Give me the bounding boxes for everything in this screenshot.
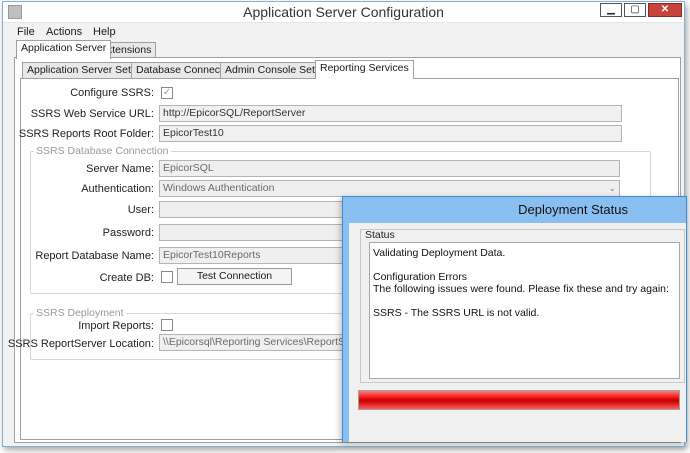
create-db-checkbox[interactable] <box>161 271 173 283</box>
reports-root-folder-input[interactable]: EpicorTest10 <box>159 125 622 142</box>
chevron-down-icon: ⌄ <box>608 183 616 193</box>
status-line <box>373 295 676 307</box>
web-service-url-label: SSRS Web Service URL: <box>30 108 154 120</box>
deployment-progress-bar <box>358 390 680 410</box>
authentication-value: Windows Authentication <box>163 182 275 194</box>
status-line <box>373 259 676 271</box>
import-reports-checkbox[interactable] <box>161 319 173 331</box>
user-label: User: <box>127 204 154 216</box>
authentication-label: Authentication: <box>81 183 154 195</box>
deployment-group-title: SSRS Deployment <box>34 307 126 319</box>
status-line: Configuration Errors <box>373 271 467 283</box>
create-db-label: Create DB: <box>99 272 154 284</box>
configure-ssrs-label: Configure SSRS: <box>70 87 154 99</box>
import-reports-label: Import Reports: <box>78 320 154 332</box>
report-database-name-label: Report Database Name: <box>35 250 154 262</box>
status-text-box[interactable]: Validating Deployment Data. Configuratio… <box>369 242 680 379</box>
database-connection-group-title: SSRS Database Connection <box>34 145 171 157</box>
web-service-url-input[interactable]: http://EpicorSQL/ReportServer <box>159 105 622 122</box>
server-name-label: Server Name: <box>86 163 154 175</box>
status-label: Status <box>365 229 395 241</box>
reportserver-location-label: SSRS ReportServer Location: <box>7 338 154 350</box>
test-connection-button[interactable]: Test Connection <box>177 268 292 285</box>
status-line: The following issues were found. Please … <box>373 283 669 295</box>
password-label: Password: <box>102 227 154 239</box>
server-name-input[interactable]: EpicorSQL <box>159 160 620 177</box>
progress-fill <box>359 391 679 409</box>
status-line: SSRS - The SSRS URL is not valid. <box>373 307 540 319</box>
authentication-select[interactable]: Windows Authentication ⌄ <box>159 180 620 197</box>
configure-ssrs-checkbox[interactable]: ✓ <box>161 87 173 99</box>
status-line: Validating Deployment Data. <box>373 247 506 259</box>
reports-root-folder-label: SSRS Reports Root Folder: <box>18 128 154 140</box>
dialog-title[interactable]: Deployment Status <box>343 197 686 223</box>
